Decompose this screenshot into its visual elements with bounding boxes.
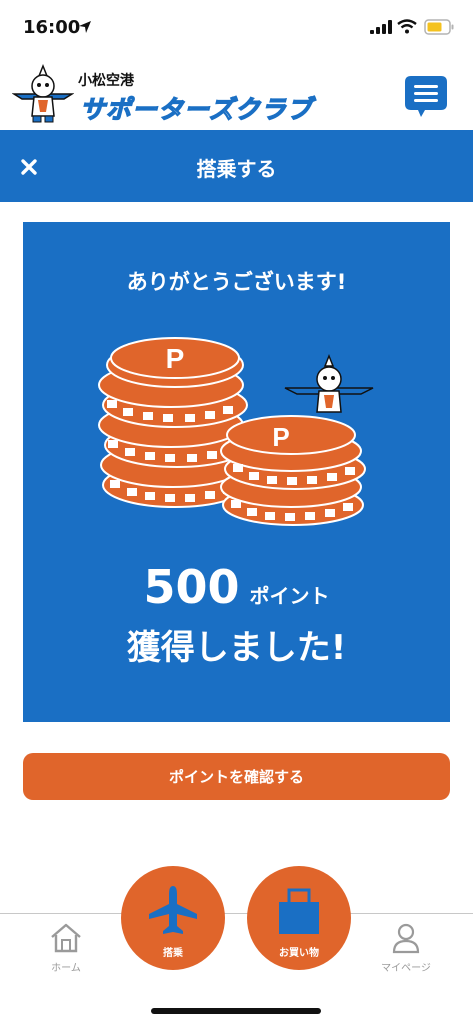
- earned-message: 獲得しました!: [126, 628, 347, 668]
- status-bar: 16:00: [0, 0, 473, 58]
- nav-mypage-label: マイページ: [381, 963, 431, 974]
- points-value: 500: [143, 560, 240, 614]
- logo-title-small: 小松空港: [78, 73, 134, 89]
- points-earned: 500 ポイント: [23, 560, 450, 614]
- nav-shop-button[interactable]: お買い物: [247, 866, 351, 970]
- title-bar: 搭乗する: [0, 130, 473, 202]
- mascot-logo-icon: [12, 64, 74, 123]
- app-header: 小松空港 サポーターズクラブ: [0, 58, 473, 130]
- home-icon: [51, 923, 81, 953]
- signal-icon: [370, 20, 392, 34]
- logo-title-big: サポーターズクラブ: [79, 94, 313, 124]
- points-unit: ポイント: [249, 584, 330, 608]
- wifi-icon: [397, 19, 417, 34]
- svg-text:P: P: [166, 343, 185, 374]
- airplane-icon: [149, 886, 197, 934]
- thanks-message: ありがとうございます!: [126, 270, 347, 294]
- location-arrow-icon: [79, 21, 91, 33]
- user-icon: [392, 923, 420, 954]
- svg-text:P: P: [272, 422, 289, 452]
- nav-shop-label: お買い物: [279, 948, 319, 959]
- nav-home[interactable]: ホーム: [26, 922, 106, 974]
- nav-home-label: ホーム: [51, 963, 81, 974]
- confirm-points-button[interactable]: ポイントを確認する: [23, 753, 450, 800]
- nav-board-button[interactable]: 搭乗: [121, 866, 225, 970]
- coins-illustration: P P: [98, 337, 374, 526]
- home-indicator: [151, 1008, 321, 1014]
- battery-icon: [424, 19, 454, 35]
- nav-board-label: 搭乗: [163, 948, 183, 959]
- nav-mypage[interactable]: マイページ: [366, 922, 446, 974]
- shopping-bag-icon: [279, 888, 319, 934]
- status-time: 16:00: [23, 17, 81, 38]
- page-title: 搭乗する: [196, 157, 277, 181]
- points-card: ありがとうございます! P P 500 ポイント 獲得しました!: [23, 222, 450, 722]
- menu-icon[interactable]: [403, 74, 449, 120]
